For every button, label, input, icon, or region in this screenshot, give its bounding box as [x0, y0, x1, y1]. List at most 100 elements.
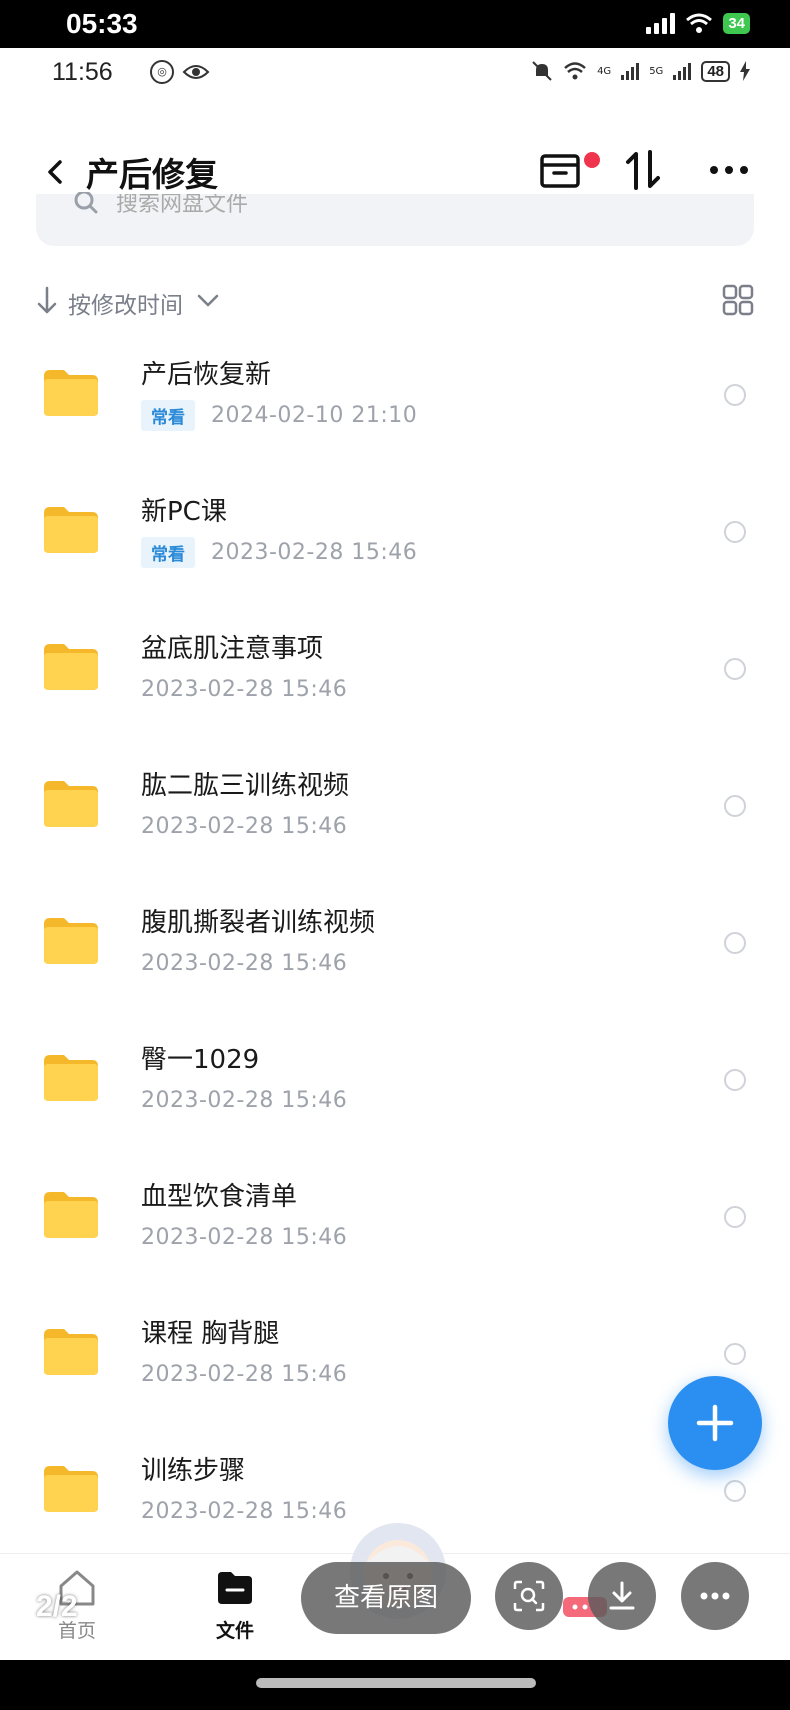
file-name: 臀一1029: [141, 1045, 260, 1075]
file-row[interactable]: 肱二肱三训练视频 2023-02-28 15:46: [0, 741, 790, 878]
device-status-bar: 05:33 34: [0, 0, 790, 48]
file-meta: 2023-02-28 15:46: [141, 672, 347, 706]
tab-files-label: 文件: [215, 1620, 254, 1642]
file-row[interactable]: 臀一1029 2023-02-28 15:46: [0, 1015, 790, 1152]
file-meta: 常看 2023-02-28 15:46: [141, 535, 417, 569]
status-icons: 4G 5G 48: [531, 60, 750, 82]
wifi-icon: [564, 62, 586, 80]
folder-icon: [44, 1055, 98, 1101]
select-checkbox[interactable]: [724, 1069, 746, 1091]
file-meta: 2023-02-28 15:46: [141, 809, 347, 843]
sort-control[interactable]: 按修改时间: [36, 280, 754, 324]
file-meta: 2023-02-28 15:46: [141, 1357, 347, 1391]
network-type-b: 5G: [649, 65, 664, 77]
recycle-bin-icon[interactable]: [538, 146, 582, 194]
signal-icon: [621, 62, 640, 80]
file-date: 2023-02-28 15:46: [141, 1087, 348, 1113]
status-bar: 11:56 ◎ 4G 5G 48: [0, 48, 790, 100]
file-row[interactable]: 血型饮食清单 2023-02-28 15:46: [0, 1152, 790, 1289]
wifi-icon: [686, 13, 713, 33]
file-name: 盆底肌注意事项: [141, 634, 324, 664]
file-row[interactable]: 盆底肌注意事项 2023-02-28 15:46: [0, 604, 790, 741]
app-screen: 11:56 ◎ 4G 5G 48 产后修复 搜索网盘文件 按修改时间 产后恢复新…: [0, 48, 790, 1660]
device-status-icons: 34: [646, 12, 750, 34]
folder-icon: [44, 781, 98, 827]
view-original-button[interactable]: 查看原图: [301, 1562, 471, 1634]
file-meta: 2023-02-28 15:46: [141, 946, 347, 980]
folder-icon: [44, 370, 98, 416]
file-name: 新PC课: [141, 497, 227, 527]
file-date: 2023-02-28 15:46: [141, 676, 348, 702]
file-row[interactable]: 产后恢复新常看 2024-02-10 21:10: [0, 330, 790, 467]
folder-icon: [44, 644, 98, 690]
file-meta: 2023-02-28 15:46: [141, 1220, 347, 1254]
file-date: 2024-02-10 21:10: [211, 402, 418, 428]
mute-bell-icon: [532, 61, 552, 81]
eye-icon: [182, 65, 210, 79]
image-page-indicator: 2/2: [36, 1590, 78, 1623]
sort-label: 按修改时间: [68, 293, 183, 319]
transfer-icon[interactable]: [622, 148, 666, 192]
folder-icon: [44, 507, 98, 553]
device-clock: 05:33: [66, 8, 138, 39]
folder-icon: [44, 1192, 98, 1238]
back-icon[interactable]: [36, 152, 76, 192]
file-row[interactable]: 腹肌撕裂者训练视频 2023-02-28 15:46: [0, 878, 790, 1015]
chevron-down-icon: [197, 294, 219, 307]
image-search-button[interactable]: [495, 1562, 563, 1630]
folder-tab-icon: [218, 1572, 252, 1604]
file-date: 2023-02-28 15:46: [141, 813, 348, 839]
plus-icon: [696, 1404, 734, 1442]
file-name: 训练步骤: [141, 1456, 246, 1486]
frequent-tag: 常看: [141, 536, 195, 568]
file-date: 2023-02-28 15:46: [211, 539, 418, 565]
download-icon: [609, 1581, 635, 1610]
grid-view-icon[interactable]: [722, 284, 754, 316]
sort-arrow-icon: [37, 286, 57, 314]
overlay-more-button[interactable]: [681, 1562, 749, 1630]
signal-icon: [646, 12, 676, 34]
select-checkbox[interactable]: [724, 1480, 746, 1502]
status-time: 11:56: [52, 58, 113, 86]
select-checkbox[interactable]: [724, 384, 746, 406]
file-meta: 2023-02-28 15:46: [141, 1083, 347, 1117]
search-icon: [74, 192, 98, 214]
notification-badge: [584, 152, 600, 168]
scan-search-icon: [513, 1580, 545, 1612]
select-checkbox[interactable]: [724, 932, 746, 954]
battery-level: 34: [723, 12, 750, 34]
file-date: 2023-02-28 15:46: [141, 1498, 348, 1524]
home-indicator-area: [0, 1660, 790, 1710]
add-fab-button[interactable]: [668, 1376, 762, 1470]
file-meta: 常看 2024-02-10 21:10: [141, 398, 417, 432]
folder-icon: [44, 918, 98, 964]
folder-icon: [44, 1329, 98, 1375]
more-options-icon: [700, 1592, 730, 1600]
select-checkbox[interactable]: [724, 795, 746, 817]
file-row[interactable]: 新PC课常看 2023-02-28 15:46: [0, 467, 790, 604]
file-date: 2023-02-28 15:46: [141, 1361, 348, 1387]
signal-icon: [673, 62, 692, 80]
select-checkbox[interactable]: [724, 1343, 746, 1365]
network-type-a: 4G: [597, 65, 612, 77]
more-options-icon[interactable]: [708, 158, 750, 182]
select-checkbox[interactable]: [724, 521, 746, 543]
tab-files[interactable]: 文件: [190, 1564, 280, 1654]
page-title: 产后修复: [86, 155, 218, 194]
file-name: 血型饮食清单: [141, 1182, 298, 1212]
charging-icon: [740, 61, 750, 81]
file-name: 肱二肱三训练视频: [141, 771, 350, 801]
select-checkbox[interactable]: [724, 658, 746, 680]
home-indicator[interactable]: [256, 1678, 536, 1688]
folder-icon: [44, 1466, 98, 1512]
search-bar[interactable]: 搜索网盘文件: [36, 192, 754, 246]
frequent-tag: 常看: [141, 399, 195, 431]
file-name: 腹肌撕裂者训练视频: [141, 908, 376, 938]
file-meta: 2023-02-28 15:46: [141, 1494, 347, 1528]
file-name: 产后恢复新: [141, 360, 272, 390]
download-button[interactable]: [588, 1562, 656, 1630]
file-date: 2023-02-28 15:46: [141, 950, 348, 976]
battery-level: 48: [701, 60, 730, 82]
tab-home[interactable]: 首页 2/2: [32, 1564, 122, 1654]
select-checkbox[interactable]: [724, 1206, 746, 1228]
